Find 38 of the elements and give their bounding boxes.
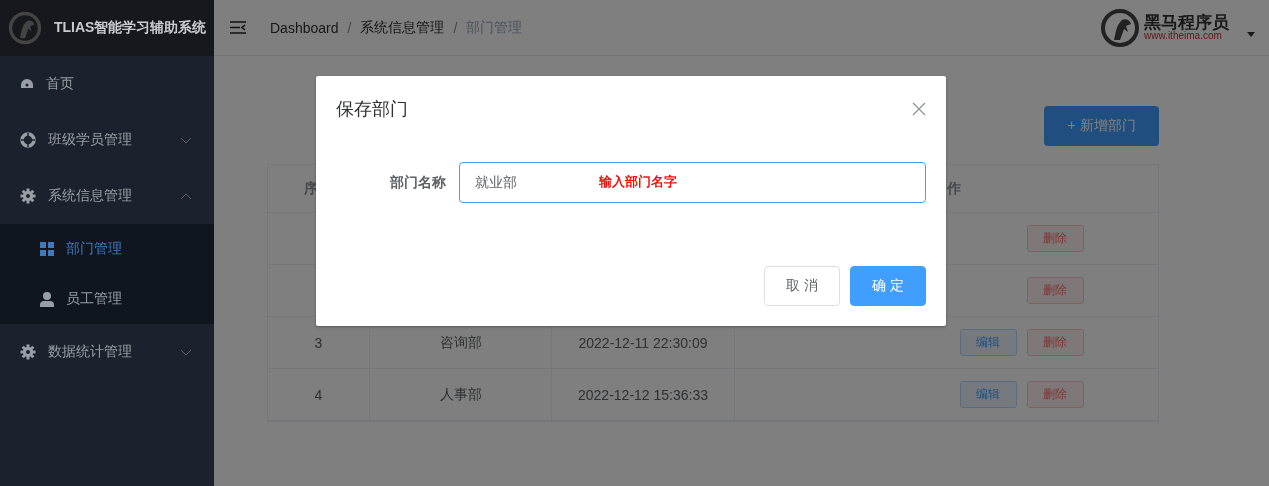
chevron-down-icon [180,348,192,356]
gear-icon [20,344,36,360]
brand-url: www.itheima.com [1144,31,1222,41]
menu-item[interactable]: 系统信息管理 [0,168,214,224]
gear-icon [20,188,36,204]
breadcrumb-link[interactable]: Dashboard [270,19,339,36]
grid-icon [40,242,54,256]
table-cell: 3 [314,334,323,351]
brand-logo-icon [1100,7,1140,48]
menu-item[interactable]: 员工管理 [0,274,214,324]
brand-name: 黑马程序员 [1144,14,1229,31]
user-icon [40,291,54,307]
chevron-down-icon [180,136,192,144]
menu-item[interactable]: 班级学员管理 [0,112,214,168]
breadcrumb-link[interactable]: 系统信息管理 [360,18,445,37]
dashboard-icon [20,78,34,90]
field-label: 部门名称 [389,173,446,192]
cancel-button[interactable]: 取 消 [764,266,840,306]
menu-icon[interactable] [230,21,246,34]
breadcrumb-separator: / [453,19,458,36]
table-cell: 咨询部 [439,333,482,352]
lifebuoy-icon [20,132,36,148]
chevron-up-icon [180,192,192,200]
table-cell: 2022-12-12 15:36:33 [578,386,708,403]
menu-item[interactable]: 数据统计管理 [0,324,214,380]
dialog-title: 保存部门 [336,98,408,121]
menu-item[interactable]: 部门管理 [0,224,214,274]
menu-item[interactable]: 首页 [0,56,214,112]
app-title: TLIAS智能学习辅助系统 [54,19,207,37]
logo-icon [8,11,42,45]
table-cell: 2022-12-11 22:30:09 [578,334,708,351]
table-cell: 4 [314,386,323,403]
confirm-button[interactable]: 确 定 [850,266,926,306]
close-button[interactable] [912,102,926,116]
breadcrumb-separator: / [347,19,352,36]
table-cell: 人事部 [439,385,482,404]
annotation-text: 输入部门名字 [599,173,677,191]
caret-icon[interactable] [1247,32,1255,37]
